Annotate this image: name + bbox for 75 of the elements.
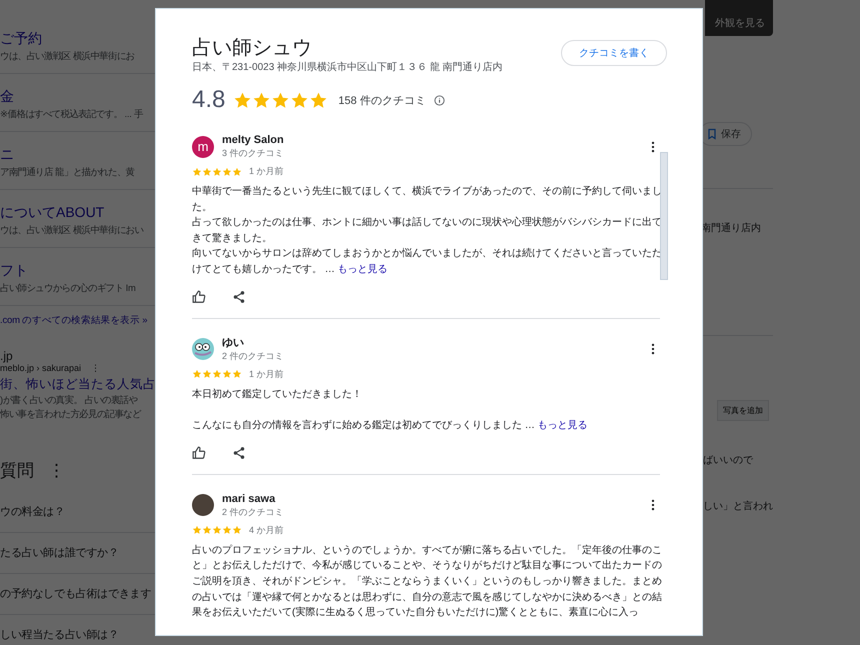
star-icon	[212, 369, 222, 380]
all-results-link[interactable]: .com のすべての検索結果を表示 »	[0, 314, 155, 327]
user-avatar: m	[192, 136, 214, 158]
photo-placeholder	[192, 494, 214, 516]
review-time: 1 か月前	[249, 368, 284, 381]
place-address: 日本、〒231-0023 神奈川県横浜市中区山下町１３６ 龍 南門通り店内	[192, 60, 504, 74]
star-icon	[290, 90, 310, 110]
star-icon	[212, 525, 222, 536]
photo-label: 外観を見る	[715, 17, 765, 30]
star-icon	[192, 525, 202, 536]
scrollbar[interactable]	[660, 152, 668, 280]
result-link[interactable]: についてABOUT	[0, 201, 155, 223]
star-icon	[202, 525, 212, 536]
star-icon	[222, 369, 232, 380]
star-icon	[192, 166, 202, 176]
star-icon	[252, 90, 272, 110]
section-heading: 質問	[0, 460, 34, 482]
result-snippet: ア南門通り店 龍」と描かれた、黄	[0, 165, 136, 179]
result-snippet: ウは、占い激戦区 横浜中華街にお	[0, 49, 136, 63]
info-icon[interactable]	[434, 94, 445, 106]
write-review-button[interactable]: クチコミを書く	[561, 40, 667, 66]
result-snippet: ウは、占い激戦区 横浜中華街におい	[0, 223, 144, 237]
star-icon	[222, 525, 232, 536]
reviewer-name[interactable]: mari sawa	[222, 492, 638, 506]
rating-value: 4.8	[192, 86, 226, 114]
result-snippet: 怖い事を言われた方必見の記事など	[0, 407, 142, 421]
review-snippet: しい」と言われ	[703, 500, 773, 513]
star-icon	[271, 90, 290, 110]
star-icon	[212, 166, 222, 176]
review-text: こんなにも自分の情報を言わずに始める鑑定は初めてでびっくりしました … もっと見る	[192, 418, 589, 434]
result-url: meblo.jp › sakurapai	[0, 363, 82, 374]
review-snippet: ばいいので	[703, 454, 754, 467]
more-menu-icon[interactable]: ⋮	[48, 460, 65, 480]
result-link[interactable]: 金	[0, 85, 155, 107]
star-icon	[192, 369, 202, 380]
review-count: 3 件のクチコミ	[222, 147, 285, 160]
review-total: 158 件のクチコミ	[338, 94, 426, 108]
review-time: 4 か月前	[249, 524, 284, 537]
more-link[interactable]: もっと見る	[338, 264, 388, 275]
more-menu-icon[interactable]: ⋮	[91, 363, 100, 374]
bookmark-icon	[706, 128, 718, 140]
site-name: .jp	[0, 349, 14, 363]
star-icon	[233, 90, 252, 110]
add-photo-button[interactable]: 写真を追加	[717, 400, 769, 421]
reviewer-name[interactable]: ゆい	[222, 336, 638, 350]
result-snippet: ※価格はすべて税込表記です。 ... 手	[0, 107, 144, 121]
star-icon	[202, 369, 212, 380]
reviewer-name[interactable]: melty Salon	[222, 133, 638, 147]
thumbs-up-icon[interactable]	[192, 446, 206, 460]
result-link[interactable]: ご予約	[0, 27, 155, 49]
share-icon[interactable]	[232, 290, 246, 304]
star-icon	[232, 369, 242, 380]
cartoon-avatar	[192, 338, 214, 360]
review-text: 中華街で一番当たるという先生に観てほしくて、横浜でライブがあったので、その前に予約して伺いました。	[192, 184, 663, 215]
review-text: 本日初めて鑑定していただきました！	[192, 388, 363, 402]
place-title: 占い師シュウ	[192, 36, 313, 60]
star-icon	[232, 166, 242, 176]
star-icon	[232, 525, 242, 536]
star-icon	[222, 166, 232, 176]
review-time: 1 か月前	[249, 165, 284, 178]
review-text: 占って欲しかったのは仕事、ホントに細かい事は話してないのに現状や心理状態がバシバシカードに出てきて驚きました。	[192, 216, 663, 246]
review-count: 2 件のクチコミ	[222, 350, 285, 363]
result-link[interactable]: 街、怖いほど当たる人気占	[0, 376, 155, 393]
more-link[interactable]: もっと見る	[538, 420, 588, 432]
result-snippet: 占い師シュウからの心のギフト Im	[0, 281, 137, 295]
result-link[interactable]: フト	[0, 259, 155, 281]
share-icon[interactable]	[232, 446, 246, 460]
thumbs-up-icon[interactable]	[192, 290, 206, 304]
result-snippet: )が書く占いの真実。 占いの裏話や	[0, 393, 138, 407]
photo-placeholder[interactable]: 外観を見る	[705, 0, 773, 36]
star-icon	[309, 90, 328, 110]
review-text: 占いのプロフェッショナル、というのでしょうか。すべてが腑に落ちる占いでした。「定年後の仕事のこと」とお伝えしただけで、今私が感じていることや、そうなりがちだけど駄目な事について出たカードのご説明を頂き、それがドンピシャ。「学ぶことならうまくいく」というのもしっかり響きました。まとめの占いでは「運や縁で何とかなるとは思わずに、自分の意志で風を感じてしなやかに決めるべき」との結果をお伝えいただいて(実際に生ぬるく思っていた自分もいただけに)驚くとともに、素直に心に入っ	[192, 544, 663, 620]
star-icon	[202, 166, 212, 176]
review-count: 2 件のクチコミ	[222, 506, 285, 519]
result-link[interactable]: ニ	[0, 143, 155, 165]
